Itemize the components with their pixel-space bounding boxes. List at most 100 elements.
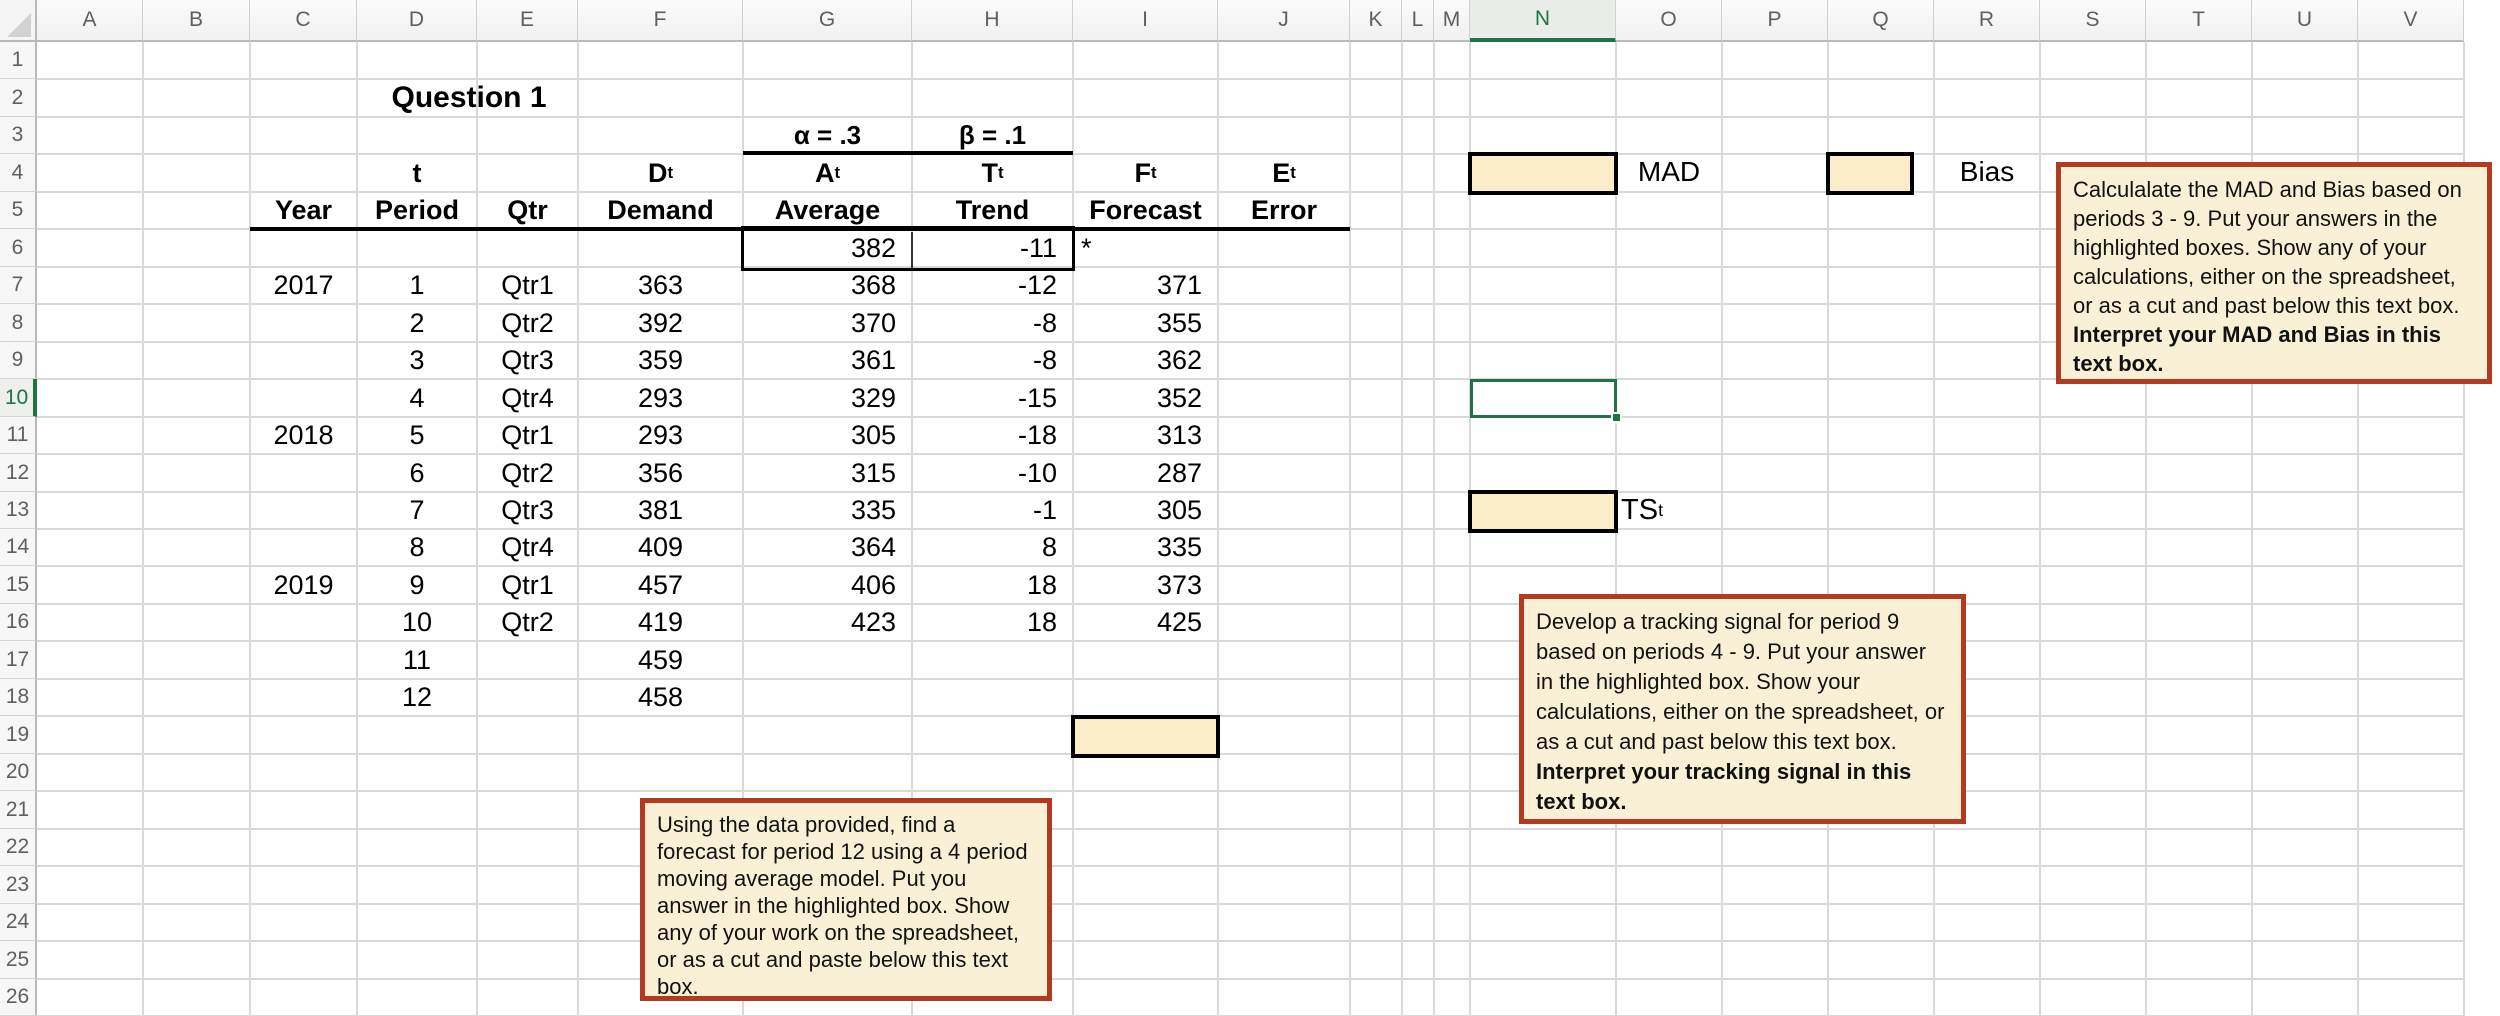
column-header-F[interactable]: F (578, 0, 743, 42)
cell-G13-average[interactable]: 335 (743, 492, 912, 529)
symbol-header-t[interactable]: t (357, 154, 477, 192)
cell-D11-period[interactable]: 5 (357, 417, 477, 454)
column-header-U[interactable]: U (2252, 0, 2358, 42)
cell-E10-qtr[interactable]: Qtr4 (477, 379, 578, 417)
column-header-M[interactable]: M (1434, 0, 1470, 42)
cell-C15-year[interactable]: 2019 (250, 566, 357, 604)
cell-G9-average[interactable]: 361 (743, 342, 912, 379)
alpha-param-label[interactable]: α = .3 (743, 117, 912, 154)
cell-F17-demand[interactable]: 459 (578, 641, 743, 679)
column-header-D[interactable]: D (357, 0, 477, 42)
cell-I7-forecast[interactable]: 371 (1073, 267, 1218, 304)
cell-D18-period[interactable]: 12 (357, 679, 477, 716)
row-header-16[interactable]: 16 (0, 604, 37, 641)
cell-I15-forecast[interactable]: 373 (1073, 566, 1218, 604)
cell-E8-qtr[interactable]: Qtr2 (477, 304, 578, 342)
cell-I16-forecast[interactable]: 425 (1073, 604, 1218, 641)
cell-E15-qtr[interactable]: Qtr1 (477, 566, 578, 604)
column-header-L[interactable]: L (1402, 0, 1434, 42)
cell-D9-period[interactable]: 3 (357, 342, 477, 379)
row-header-15[interactable]: 15 (0, 566, 37, 604)
column-header-H[interactable]: H (912, 0, 1073, 42)
column-header-R[interactable]: R (1934, 0, 2040, 42)
row-header-21[interactable]: 21 (0, 791, 37, 829)
select-all-corner[interactable] (0, 0, 37, 42)
cell-F9-demand[interactable]: 359 (578, 342, 743, 379)
note-tracking-signal[interactable]: Develop a tracking signal for period 9 b… (1519, 594, 1966, 824)
column-header-V[interactable]: V (2358, 0, 2464, 42)
mad-label[interactable]: MAD (1616, 152, 1722, 192)
column-header-I[interactable]: I (1073, 0, 1218, 42)
row-header-14[interactable]: 14 (0, 529, 37, 566)
row-header-20[interactable]: 20 (0, 754, 37, 791)
column-header-P[interactable]: P (1722, 0, 1828, 42)
answer-cell-forecast-p12[interactable] (1071, 715, 1220, 758)
row-header-1[interactable]: 1 (0, 42, 37, 79)
table-header-trend[interactable]: Trend (912, 192, 1073, 229)
column-header-Q[interactable]: Q (1828, 0, 1934, 42)
cell-E11-qtr[interactable]: Qtr1 (477, 417, 578, 454)
cell-F14-demand[interactable]: 409 (578, 529, 743, 566)
row-header-3[interactable]: 3 (0, 117, 37, 154)
answer-cell-tracking-signal[interactable] (1468, 490, 1618, 533)
row-header-17[interactable]: 17 (0, 641, 37, 679)
column-header-J[interactable]: J (1218, 0, 1350, 42)
bias-label[interactable]: Bias (1934, 152, 2040, 192)
cell-H15-trend[interactable]: 18 (912, 566, 1073, 604)
cell-I10-forecast[interactable]: 352 (1073, 379, 1218, 417)
row-header-13[interactable]: 13 (0, 492, 37, 529)
cell-H13-trend[interactable]: -1 (912, 492, 1073, 529)
symbol-header-Tt[interactable]: Tt (912, 154, 1073, 192)
table-header-demand[interactable]: Demand (578, 192, 743, 229)
cell-F18-demand[interactable]: 458 (578, 679, 743, 716)
cell-F13-demand[interactable]: 381 (578, 492, 743, 529)
cell-E14-qtr[interactable]: Qtr4 (477, 529, 578, 566)
row-header-4[interactable]: 4 (0, 154, 37, 192)
table-header-average[interactable]: Average (743, 192, 912, 229)
cell-G14-average[interactable]: 364 (743, 529, 912, 566)
table-header-qtr[interactable]: Qtr (477, 192, 578, 229)
cell-E16-qtr[interactable]: Qtr2 (477, 604, 578, 641)
table-header-error[interactable]: Error (1218, 192, 1350, 229)
cell-E7-qtr[interactable]: Qtr1 (477, 267, 578, 304)
symbol-header-At[interactable]: At (743, 154, 912, 192)
cell-F16-demand[interactable]: 419 (578, 604, 743, 641)
note-mad-bias[interactable]: Calculalate the MAD and Bias based on pe… (2056, 162, 2492, 384)
cell-H7-trend[interactable]: -12 (912, 267, 1073, 304)
row-header-23[interactable]: 23 (0, 866, 37, 904)
cell-H14-trend[interactable]: 8 (912, 529, 1073, 566)
column-header-E[interactable]: E (477, 0, 578, 42)
cell-G8-average[interactable]: 370 (743, 304, 912, 342)
cell-D16-period[interactable]: 10 (357, 604, 477, 641)
answer-cell-mad[interactable] (1468, 152, 1618, 195)
cell-H9-trend[interactable]: -8 (912, 342, 1073, 379)
cell-D8-period[interactable]: 2 (357, 304, 477, 342)
cell-D10-period[interactable]: 4 (357, 379, 477, 417)
row-header-8[interactable]: 8 (0, 304, 37, 342)
row-header-10[interactable]: 10 (0, 379, 37, 417)
cell-G12-average[interactable]: 315 (743, 454, 912, 492)
cell-E12-qtr[interactable]: Qtr2 (477, 454, 578, 492)
row-header-6[interactable]: 6 (0, 229, 37, 267)
cell-D13-period[interactable]: 7 (357, 492, 477, 529)
symbol-header-Dt[interactable]: Dt (578, 154, 743, 192)
column-header-C[interactable]: C (250, 0, 357, 42)
column-header-B[interactable]: B (143, 0, 250, 42)
column-header-T[interactable]: T (2146, 0, 2252, 42)
cell-F10-demand[interactable]: 293 (578, 379, 743, 417)
cell-H8-trend[interactable]: -8 (912, 304, 1073, 342)
row-header-7[interactable]: 7 (0, 267, 37, 304)
column-header-A[interactable]: A (37, 0, 143, 42)
note-moving-average[interactable]: Using the data provided, find a forecast… (640, 798, 1052, 1001)
cell-D15-period[interactable]: 9 (357, 566, 477, 604)
cell-F12-demand[interactable]: 356 (578, 454, 743, 492)
cell-D17-period[interactable]: 11 (357, 641, 477, 679)
cell-F11-demand[interactable]: 293 (578, 417, 743, 454)
cell-E9-qtr[interactable]: Qtr3 (477, 342, 578, 379)
cell-G16-average[interactable]: 423 (743, 604, 912, 641)
symbol-header-Et[interactable]: Et (1218, 154, 1350, 192)
cell-H12-trend[interactable]: -10 (912, 454, 1073, 492)
column-header-G[interactable]: G (743, 0, 912, 42)
cell-H10-trend[interactable]: -15 (912, 379, 1073, 417)
column-header-O[interactable]: O (1616, 0, 1722, 42)
